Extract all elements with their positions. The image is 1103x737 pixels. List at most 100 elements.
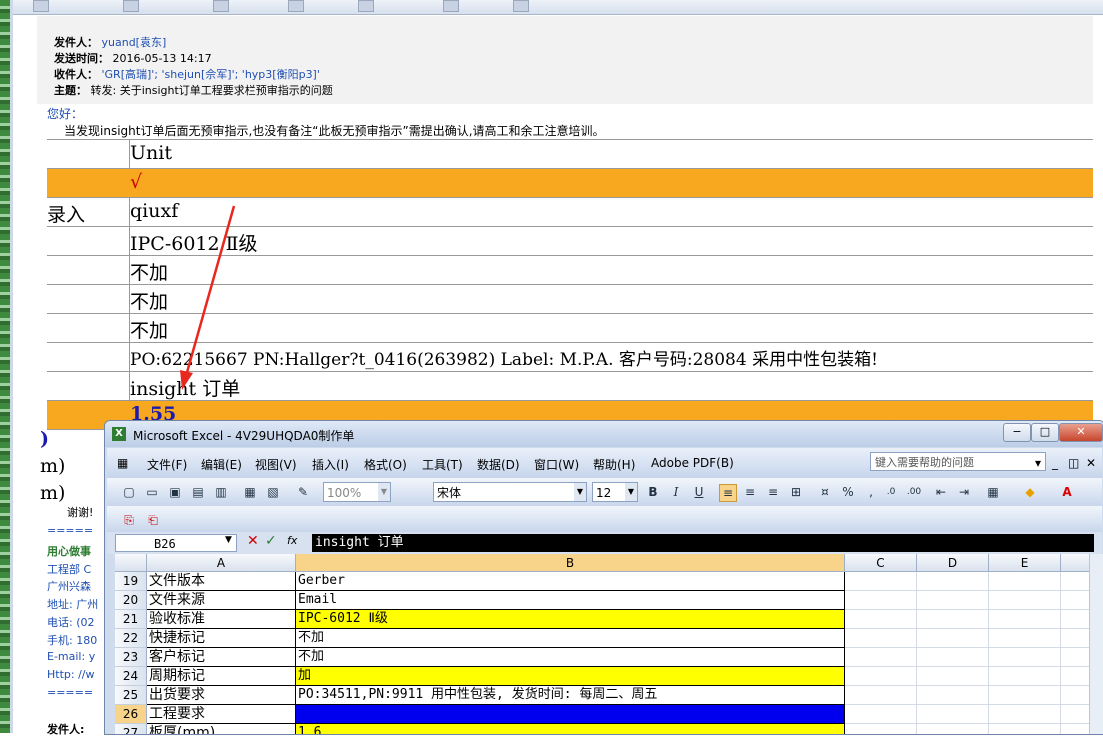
font-select[interactable]: 宋体 ▼ xyxy=(433,482,587,502)
empty-cell[interactable] xyxy=(989,705,1061,724)
cell-a[interactable]: 验收标准 xyxy=(147,610,296,629)
empty-cell[interactable] xyxy=(917,686,989,705)
empty-cell[interactable] xyxy=(989,667,1061,686)
zoom-select[interactable]: 100% ▼ xyxy=(323,482,391,502)
empty-cell[interactable] xyxy=(917,629,989,648)
delete-icon[interactable] xyxy=(288,0,304,12)
move-icon[interactable] xyxy=(513,0,529,12)
empty-cell[interactable] xyxy=(917,591,989,610)
menu-format[interactable]: 格式(O) xyxy=(364,456,407,473)
print-icon[interactable] xyxy=(443,0,459,12)
empty-cell[interactable] xyxy=(845,705,917,724)
row-header[interactable]: 26 xyxy=(115,705,147,724)
doc-restore-icon[interactable]: ◫ xyxy=(1068,456,1079,470)
help-dropdown-icon[interactable]: ▾ xyxy=(1035,456,1041,470)
convert-pdf-icon[interactable]: ⎘ xyxy=(121,512,137,528)
signature-email[interactable]: E-mail: y xyxy=(47,650,95,663)
empty-cell[interactable] xyxy=(989,591,1061,610)
cell-a[interactable]: 文件版本 xyxy=(147,572,296,591)
empty-cell[interactable] xyxy=(845,629,917,648)
cell-a[interactable]: 快捷标记 xyxy=(147,629,296,648)
cancel-icon[interactable]: ✕ xyxy=(247,533,259,549)
menu-data[interactable]: 数据(D) xyxy=(477,456,520,473)
empty-cell[interactable] xyxy=(845,724,917,734)
cell-a[interactable]: 出货要求 xyxy=(147,686,296,705)
permission-icon[interactable]: ▤ xyxy=(190,484,206,500)
align-center-icon[interactable]: ≡ xyxy=(742,484,758,500)
borders-icon[interactable]: ▦ xyxy=(985,484,1001,500)
empty-cell[interactable] xyxy=(845,648,917,667)
italic-icon[interactable]: I xyxy=(668,484,684,500)
open-icon[interactable]: ▭ xyxy=(144,484,160,500)
empty-cell[interactable] xyxy=(989,724,1061,734)
row-header[interactable]: 25 xyxy=(115,686,147,705)
doc-close-icon[interactable]: ✕ xyxy=(1086,456,1096,470)
forward-icon[interactable] xyxy=(213,0,229,12)
empty-cell[interactable] xyxy=(917,572,989,591)
menu-file[interactable]: 文件(F) xyxy=(147,456,187,473)
help-search-input[interactable]: 键入需要帮助的问题 xyxy=(870,452,1046,471)
empty-cell[interactable] xyxy=(917,705,989,724)
preview-icon[interactable]: ▧ xyxy=(265,484,281,500)
empty-cell[interactable] xyxy=(917,648,989,667)
currency-icon[interactable]: ¤ xyxy=(817,484,833,500)
empty-cell[interactable] xyxy=(989,610,1061,629)
row-header[interactable]: 24 xyxy=(115,667,147,686)
increase-indent-icon[interactable]: ⇥ xyxy=(956,484,972,500)
name-box-dropdown-icon[interactable]: ▼ xyxy=(225,535,232,545)
reply-all-icon[interactable] xyxy=(123,0,139,12)
excel-window[interactable]: X Microsoft Excel - 4V29UHQDA0制作单 − □ ✕ … xyxy=(104,420,1103,735)
percent-icon[interactable]: % xyxy=(840,484,856,500)
empty-cell[interactable] xyxy=(845,591,917,610)
new-icon[interactable]: ▢ xyxy=(121,484,137,500)
bold-icon[interactable]: B xyxy=(645,484,661,500)
close-button[interactable]: ✕ xyxy=(1059,423,1103,442)
empty-cell[interactable] xyxy=(989,572,1061,591)
spreadsheet-grid[interactable]: A B C D E 19 文件版本 Gerber 20 文件来源 Email 21 验收标准 I… xyxy=(115,554,1103,734)
empty-cell[interactable] xyxy=(989,686,1061,705)
format-painter-icon[interactable]: ✎ xyxy=(295,484,311,500)
font-color-icon[interactable]: A xyxy=(1059,484,1075,500)
formula-input[interactable]: insight 订单 xyxy=(312,534,1094,552)
row-header[interactable]: 21 xyxy=(115,610,147,629)
increase-decimal-icon[interactable]: .0 xyxy=(883,484,899,500)
row-header[interactable]: 20 xyxy=(115,591,147,610)
column-header[interactable]: B xyxy=(296,554,845,572)
minimize-button[interactable]: − xyxy=(1003,423,1031,442)
menu-adobe-pdf[interactable]: Adobe PDF(B) xyxy=(651,456,734,470)
column-header[interactable]: E xyxy=(989,554,1061,572)
name-box[interactable]: B26 xyxy=(115,534,237,552)
empty-cell[interactable] xyxy=(989,648,1061,667)
empty-cell[interactable] xyxy=(917,610,989,629)
menu-view[interactable]: 视图(V) xyxy=(255,456,297,473)
from-value[interactable]: yuand[袁东] xyxy=(102,36,167,49)
comma-icon[interactable]: , xyxy=(863,484,879,500)
column-header[interactable]: A xyxy=(147,554,296,572)
flag-icon[interactable] xyxy=(358,0,374,12)
menu-window[interactable]: 窗口(W) xyxy=(534,456,579,473)
underline-icon[interactable]: U xyxy=(691,484,707,500)
cell-b[interactable]: Email xyxy=(296,591,845,610)
font-size-select[interactable]: 12 ▼ xyxy=(592,482,638,502)
cell-b[interactable]: 加 xyxy=(296,667,845,686)
to-value[interactable]: 'GR[高瑞]'; 'shejun[佘军]'; 'hyp3[衡阳p3]' xyxy=(102,68,320,81)
empty-cell[interactable] xyxy=(845,686,917,705)
empty-cell[interactable] xyxy=(917,667,989,686)
email-icon[interactable]: ▥ xyxy=(213,484,229,500)
active-cell[interactable]: insight 订单 xyxy=(296,705,845,724)
empty-cell[interactable] xyxy=(845,610,917,629)
cell-b[interactable]: 1.6 xyxy=(296,724,845,734)
enter-icon[interactable]: ✓ xyxy=(265,533,277,549)
decrease-decimal-icon[interactable]: .00 xyxy=(906,484,922,500)
save-icon[interactable]: ▣ xyxy=(167,484,183,500)
decrease-indent-icon[interactable]: ⇤ xyxy=(933,484,949,500)
row-header[interactable]: 23 xyxy=(115,648,147,667)
reply-icon[interactable] xyxy=(33,0,49,12)
row-header[interactable]: 27 xyxy=(115,724,147,734)
signature-website[interactable]: Http: //w xyxy=(47,668,95,681)
empty-cell[interactable] xyxy=(917,724,989,734)
print-icon[interactable]: ▦ xyxy=(242,484,258,500)
excel-title-bar[interactable]: X Microsoft Excel - 4V29UHQDA0制作单 − □ ✕ xyxy=(105,421,1103,447)
menu-tools[interactable]: 工具(T) xyxy=(422,456,463,473)
merge-center-icon[interactable]: ⊞ xyxy=(788,484,804,500)
